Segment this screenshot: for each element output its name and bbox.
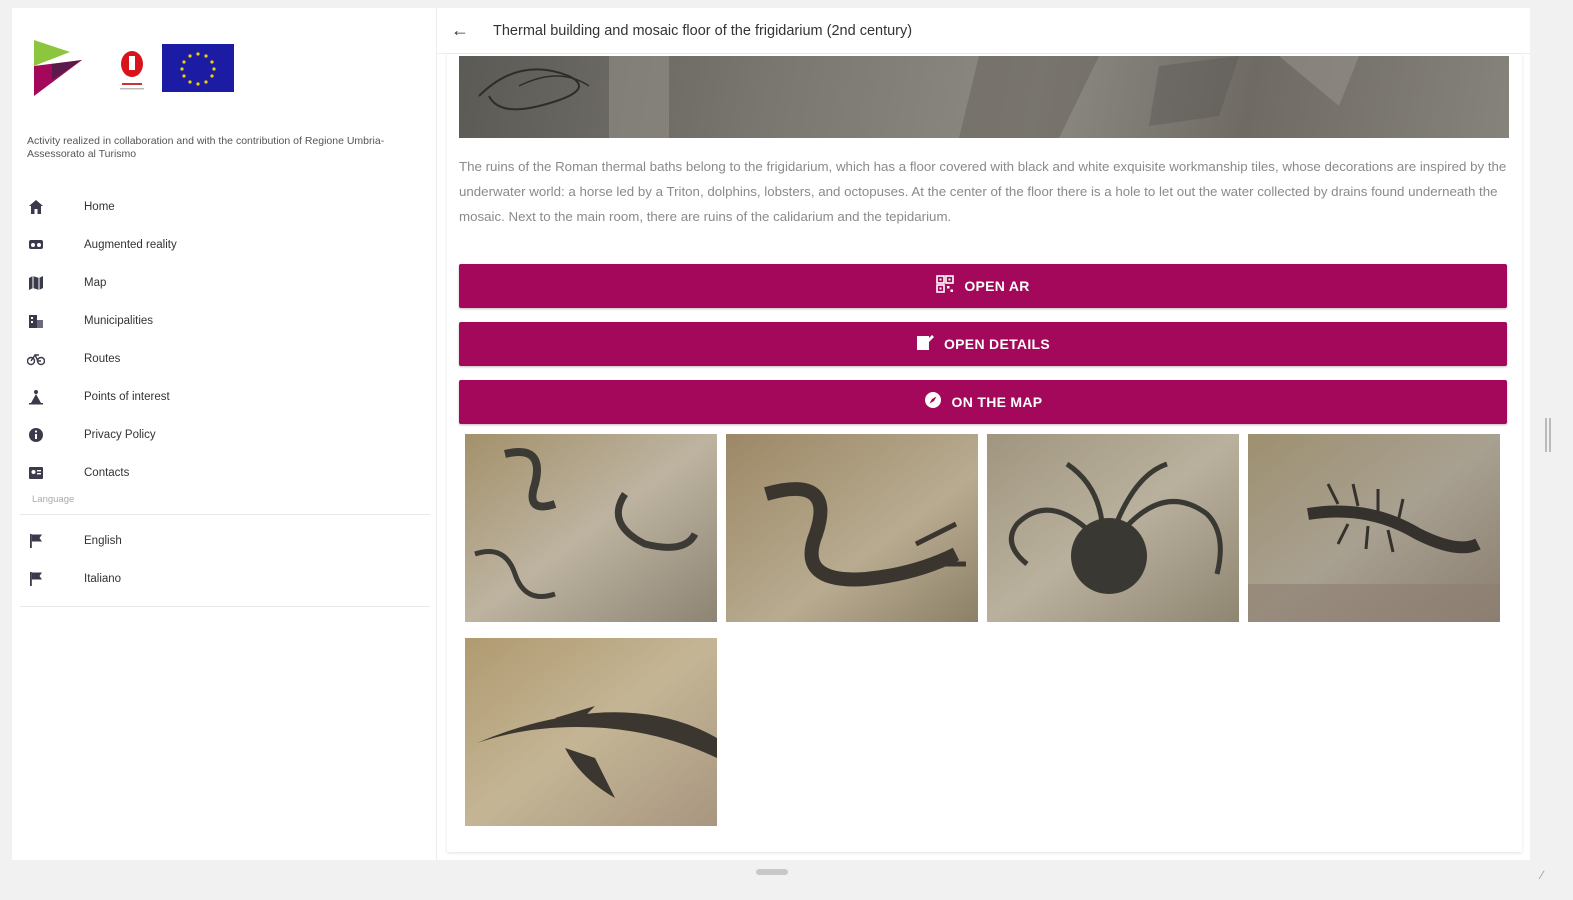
app-window: Activity realized in collaboration and w…	[12, 8, 1530, 860]
hero-image	[459, 56, 1509, 138]
sidebar-item-label: Home	[84, 201, 115, 213]
gallery-image-2[interactable]	[726, 434, 978, 622]
open-ar-label: OPEN AR	[964, 278, 1030, 294]
sidebar-nav: Home Augmented reality Map Municipalitie…	[12, 188, 432, 492]
sidebar-item-routes[interactable]: Routes	[12, 340, 432, 378]
gallery-image-3[interactable]	[987, 434, 1239, 622]
arrow-left-icon: ←	[451, 20, 469, 40]
resize-grip-icon[interactable]: ∕	[1541, 868, 1555, 882]
language-item-italiano[interactable]: Italiano	[12, 560, 432, 598]
sidebar-item-label: Privacy Policy	[84, 429, 156, 441]
sidebar-item-label: Contacts	[84, 467, 130, 479]
on-the-map-label: ON THE MAP	[951, 394, 1043, 410]
open-details-button[interactable]: OPEN DETAILS	[459, 322, 1507, 366]
language-caption: Language	[32, 494, 75, 505]
language-list: English Italiano	[12, 522, 432, 598]
contact-card-icon	[26, 463, 46, 483]
sidebar-item-label: Municipalities	[84, 315, 154, 327]
on-the-map-button[interactable]: ON THE MAP	[459, 380, 1507, 424]
info-icon	[26, 425, 46, 445]
gallery-image-4[interactable]	[1248, 434, 1500, 622]
qr-code-icon	[936, 275, 955, 297]
top-bar: ← Thermal building and mosaic floor of t…	[437, 8, 1530, 54]
bottom-drag-handle[interactable]	[756, 869, 788, 875]
sidebar-item-privacy-policy[interactable]: Privacy Policy	[12, 416, 432, 454]
divider	[20, 606, 430, 607]
sidebar-item-label: Augmented reality	[84, 239, 177, 251]
landmark-icon	[26, 387, 46, 407]
sidebar-item-label: Map	[84, 277, 107, 289]
description-text: The ruins of the Roman thermal baths bel…	[459, 159, 1507, 224]
vr-headset-icon	[26, 235, 46, 255]
sidebar-item-points-of-interest[interactable]: Points of interest	[12, 378, 432, 416]
sidebar-item-home[interactable]: Home	[12, 188, 432, 226]
back-button[interactable]: ←	[437, 8, 483, 54]
map-icon	[26, 273, 46, 293]
flag-icon	[26, 569, 46, 589]
sidebar-item-augmented-reality[interactable]: Augmented reality	[12, 226, 432, 264]
language-item-english[interactable]: English	[12, 522, 432, 560]
main-panel: ← Thermal building and mosaic floor of t…	[437, 8, 1530, 860]
page-title: Thermal building and mosaic floor of the…	[493, 22, 913, 39]
bicycle-icon	[26, 349, 46, 369]
sidebar-item-contacts[interactable]: Contacts	[12, 454, 432, 492]
sidebar-item-map[interactable]: Map	[12, 264, 432, 302]
gallery-image-5[interactable]	[465, 638, 717, 826]
divider	[20, 514, 430, 515]
open-ar-button[interactable]: OPEN AR	[459, 264, 1507, 308]
open-details-label: OPEN DETAILS	[943, 336, 1051, 352]
sidebar: Activity realized in collaboration and w…	[12, 8, 437, 860]
side-scroll-handle[interactable]	[1545, 418, 1551, 452]
building-icon	[26, 311, 46, 331]
edit-note-icon	[916, 333, 934, 355]
language-label: Italiano	[84, 573, 122, 585]
language-label: English	[84, 535, 122, 547]
logo-strip	[32, 40, 262, 100]
brand-logo	[34, 40, 82, 96]
detail-card: The ruins of the Roman thermal baths bel…	[447, 54, 1522, 852]
region-logo	[120, 51, 144, 90]
sidebar-item-label: Points of interest	[84, 391, 170, 403]
home-icon	[26, 197, 46, 217]
eu-flag-logo	[162, 44, 234, 92]
credit-text: Activity realized in collaboration and w…	[27, 135, 385, 160]
flag-icon	[26, 531, 46, 551]
gallery-image-1[interactable]	[465, 434, 717, 622]
sidebar-item-label: Routes	[84, 353, 121, 365]
compass-icon	[924, 391, 942, 413]
sidebar-item-municipalities[interactable]: Municipalities	[12, 302, 432, 340]
